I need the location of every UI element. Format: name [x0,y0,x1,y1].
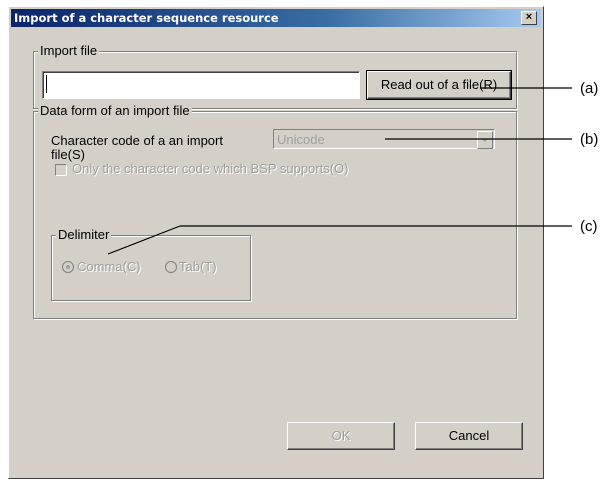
annotation-a: (a) [580,80,599,97]
callout-lines [107,87,572,255]
callout-line-c-slant [107,225,181,255]
annotation-c: (c) [580,218,598,235]
annotation-b: (b) [580,131,599,148]
